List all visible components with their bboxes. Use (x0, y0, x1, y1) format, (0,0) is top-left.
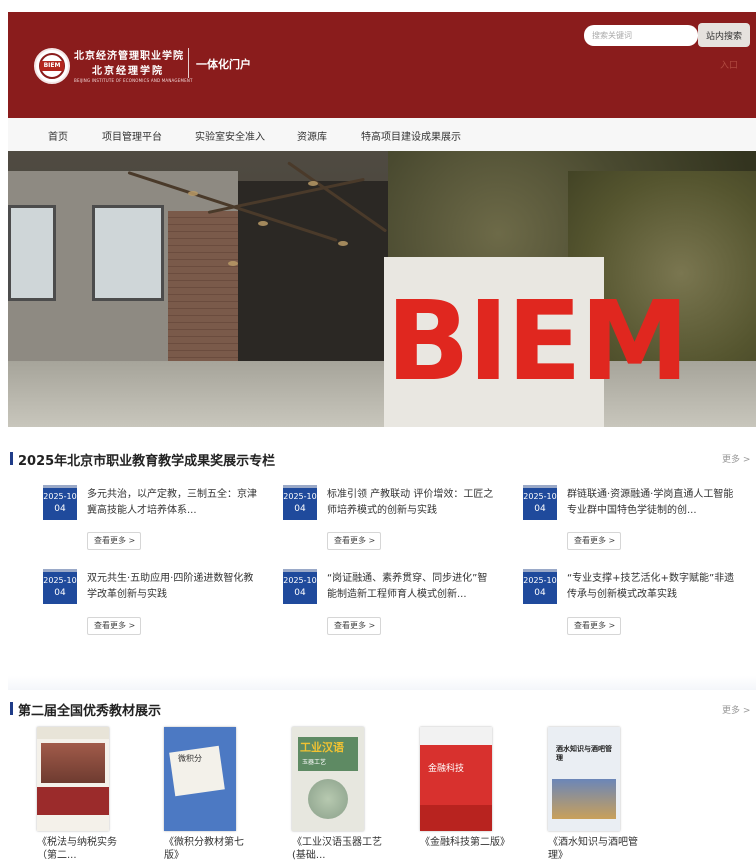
date-day: 04 (294, 504, 306, 514)
books-section-title: 第二届全国优秀教材展示 (18, 704, 162, 719)
banner-window (8, 205, 56, 301)
book-title[interactable]: 《酒水知识与酒吧管理》 (548, 836, 638, 862)
cover-title-text: 金融科技 (428, 764, 465, 774)
date-year-month: 2025-10 (523, 576, 557, 585)
view-more-button[interactable]: 查看更多 > (87, 617, 141, 635)
date-year-month: 2025-10 (43, 576, 77, 585)
banner-leaf (338, 241, 348, 246)
nav-item-showcase[interactable]: 特高项目建设成果展示 (361, 128, 461, 143)
banner-sign-text: BIEM (386, 277, 689, 405)
cover-bottom-band (420, 805, 492, 831)
date-badge-tab (283, 485, 317, 488)
section-marker (10, 452, 13, 465)
date-badge: 2025-10 04 (523, 569, 557, 604)
date-day: 04 (54, 588, 66, 598)
school-name-primary: 北京经济管理职业学院 (74, 51, 184, 62)
banner-leaf (228, 261, 238, 266)
books-more-link[interactable]: 更多 > (722, 703, 750, 716)
date-year-month: 2025-10 (283, 492, 317, 501)
news-item-title[interactable]: “专业支撑+技艺活化+数字赋能”非遗传承与创新模式改革实践 (567, 571, 737, 603)
nav-item-lab-safety[interactable]: 实验室安全准入 (195, 128, 265, 143)
date-badge-tab (283, 569, 317, 572)
date-day: 04 (294, 588, 306, 598)
book-title[interactable]: 《税法与纳税实务（第二... (37, 836, 127, 862)
cover-title-text: 微积分 (178, 754, 202, 763)
section-marker (10, 702, 13, 715)
date-badge: 2025-10 04 (283, 569, 317, 604)
cover-jade-image (308, 779, 348, 819)
date-badge: 2025-10 04 (43, 569, 77, 604)
section-divider (8, 676, 756, 690)
logo-divider (188, 48, 189, 78)
cover-red-band (37, 787, 109, 815)
date-badge-tab (43, 485, 77, 488)
book-cover-industrial-chinese[interactable]: 工业汉语 玉器工艺 (292, 727, 364, 831)
date-day: 04 (534, 504, 546, 514)
view-more-button[interactable]: 查看更多 > (567, 532, 621, 550)
date-badge-tab (523, 485, 557, 488)
cover-title-text: 工业汉语 (300, 741, 344, 754)
news-item-title[interactable]: 标准引领 产教联动 评价增效：工匠之师培养模式的创新与实践 (327, 487, 497, 519)
book-cover-calculus[interactable]: 微积分 (164, 727, 236, 831)
view-more-button[interactable]: 查看更多 > (327, 532, 381, 550)
book-cover-tax[interactable] (37, 727, 109, 831)
date-badge: 2025-10 04 (283, 485, 317, 520)
date-day: 04 (54, 504, 66, 514)
date-year-month: 2025-10 (43, 492, 77, 501)
hero-banner[interactable]: BIEM (8, 151, 756, 427)
news-section (8, 440, 756, 674)
banner-leaf (188, 191, 198, 196)
date-badge-tab (523, 569, 557, 572)
book-title[interactable]: 《工业汉语玉器工艺(基础... (292, 836, 382, 862)
view-more-button[interactable]: 查看更多 > (567, 617, 621, 635)
logo-emblem-text: BIEM (40, 61, 64, 71)
date-badge: 2025-10 04 (523, 485, 557, 520)
date-badge-tab (43, 569, 77, 572)
cover-top-band (37, 727, 109, 739)
cover-top-band (420, 727, 492, 745)
news-item-title[interactable]: “岗证融通、素养贯穿、同步进化”智能制造新工程师育人模式创新... (327, 571, 497, 603)
book-title[interactable]: 《金融科技第二版》 (420, 836, 510, 849)
news-more-link[interactable]: 更多 > (722, 452, 750, 465)
nav-item-home[interactable]: 首页 (48, 128, 68, 143)
view-more-button[interactable]: 查看更多 > (87, 532, 141, 550)
news-item-title[interactable]: 双元共生·五助应用·四阶递进数智化教学改革创新与实践 (87, 571, 257, 603)
news-item-title[interactable]: 群链联通·资源融通·学岗直通人工智能专业群中国特色学徒制的创... (567, 487, 737, 519)
nav-item-project-platform[interactable]: 项目管理平台 (102, 128, 162, 143)
news-section-title: 2025年北京市职业教育教学成果奖展示专栏 (18, 454, 276, 469)
school-name-english: BEIJING INSTITUTE OF ECONOMICS AND MANAG… (74, 78, 193, 83)
site-header: BIEM 北京经济管理职业学院 北京经理学院 BEIJING INSTITUTE… (8, 12, 756, 118)
view-more-button[interactable]: 查看更多 > (327, 617, 381, 635)
search-button[interactable]: 站内搜索 (698, 23, 750, 47)
main-nav: 首页 项目管理平台 实验室安全准入 资源库 特高项目建设成果展示 (8, 118, 756, 151)
date-year-month: 2025-10 (523, 492, 557, 501)
cover-illustration (552, 779, 616, 819)
banner-leaf (258, 221, 268, 226)
banner-entrance (238, 181, 398, 371)
banner-leaf (308, 181, 318, 186)
cover-subtitle-text: 玉器工艺 (302, 759, 327, 766)
date-badge: 2025-10 04 (43, 485, 77, 520)
portal-title: 一体化门户 (196, 58, 251, 71)
date-day: 04 (534, 588, 546, 598)
banner-brick-wall (168, 211, 248, 371)
book-cover-fintech[interactable]: 金融科技 (420, 727, 492, 831)
book-cover-beverage[interactable]: 酒水知识与酒吧管理 (548, 727, 620, 831)
cover-title-text: 酒水知识与酒吧管理 (556, 745, 612, 762)
login-link[interactable]: 入口 (720, 58, 738, 71)
book-title[interactable]: 《微积分教材第七版》 (164, 836, 254, 862)
news-item-title[interactable]: 多元共治，以产定教，三制五全：京津冀高技能人才培养体系... (87, 487, 257, 519)
nav-item-resources[interactable]: 资源库 (297, 128, 327, 143)
school-name-secondary: 北京经理学院 (92, 66, 164, 77)
cover-illustration (41, 743, 105, 783)
date-year-month: 2025-10 (283, 576, 317, 585)
school-logo-icon[interactable]: BIEM (34, 48, 70, 84)
banner-window (92, 205, 164, 301)
search-input[interactable] (584, 25, 698, 46)
